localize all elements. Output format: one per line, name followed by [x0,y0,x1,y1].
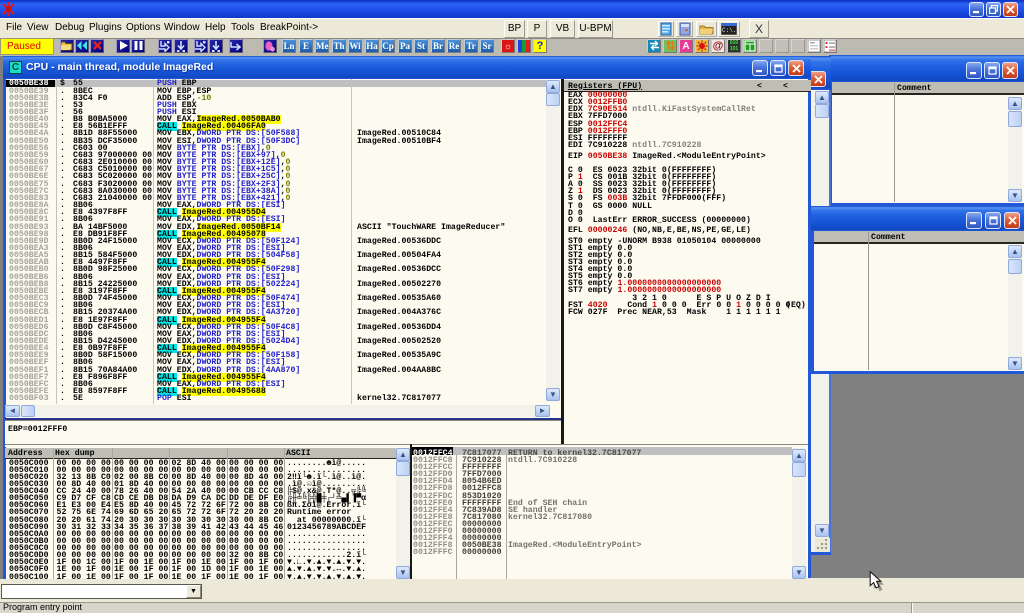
svg-text:C:\.: C:\. [722,27,736,34]
